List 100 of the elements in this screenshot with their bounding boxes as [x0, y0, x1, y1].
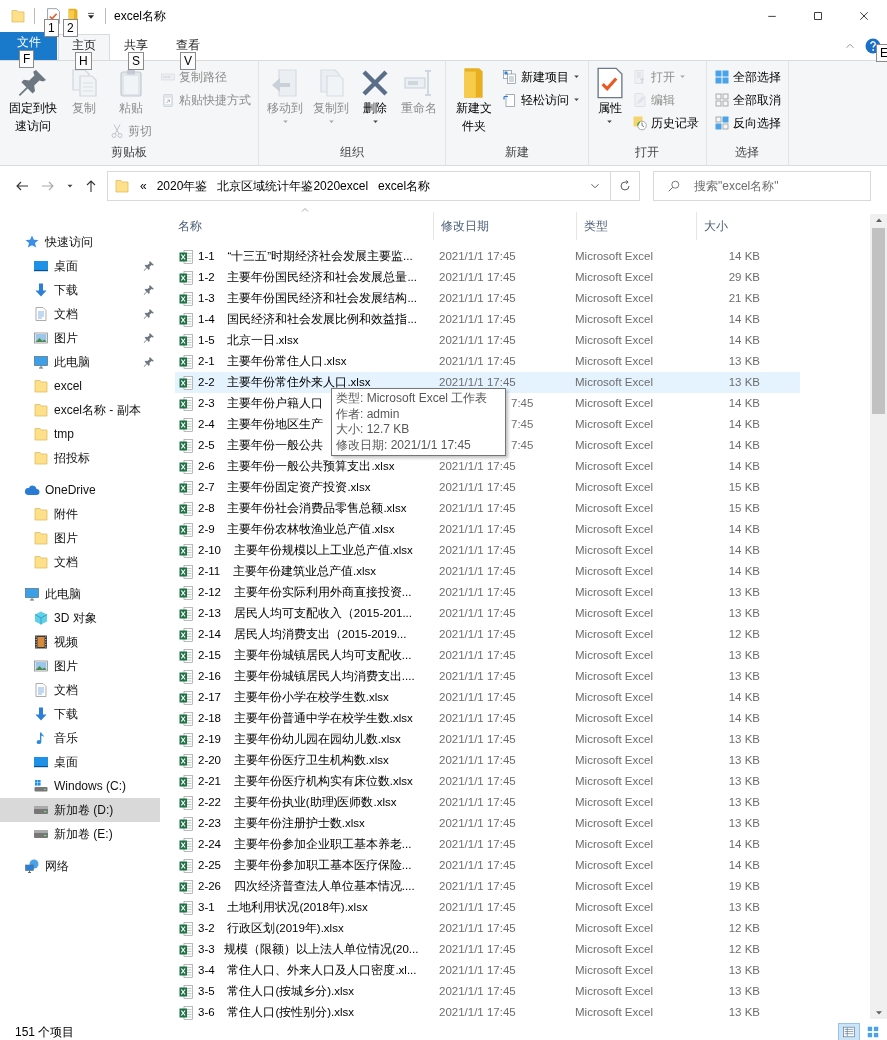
type-cell-text: Microsoft Excel [575, 332, 654, 348]
size-cell-text: 29 KB [727, 269, 760, 285]
keytip-tooltip: 1 [44, 19, 59, 37]
size-cell-text: 15 KB [727, 479, 760, 495]
size-cell-text: 13 KB [727, 647, 760, 663]
type-cell-text: Microsoft Excel [575, 962, 654, 978]
size-cell-text: 14 KB [727, 857, 760, 873]
type-cell-text: Microsoft Excel [575, 752, 654, 768]
size-cell-text: 13 KB [727, 773, 760, 789]
window-title: excel名称 [114, 8, 166, 25]
date-cell-text: 2021/1/1 17:45 [438, 500, 517, 516]
date-cell-text: 2021/1/1 17:45 [438, 773, 517, 789]
keytip-tooltip: H [75, 52, 92, 70]
type-cell-text: Microsoft Excel [575, 458, 654, 474]
date-cell-text: 2021/1/1 17:45 [438, 458, 517, 474]
size-cell-text: 13 KB [727, 899, 760, 915]
size-cell-text: 14 KB [727, 248, 760, 264]
date-cell-text: 2021/1/1 17:45 [438, 920, 517, 936]
keytip-tooltip: V [180, 52, 196, 70]
type-cell-text: Microsoft Excel [575, 395, 654, 411]
date-cell-text: 2021/1/1 17:45 [438, 563, 517, 579]
size-cell-text: 12 KB [727, 920, 760, 936]
type-cell-text: Microsoft Excel [575, 647, 654, 663]
type-cell-text: Microsoft Excel [575, 626, 654, 642]
group-label: 打开 [634, 144, 661, 161]
date-cell-text: 2021/1/1 17:45 [438, 857, 517, 873]
size-cell-text: 13 KB [727, 794, 760, 810]
date-cell-text: 2021/1/1 17:45 [438, 647, 517, 663]
size-cell-text: 21 KB [727, 290, 760, 306]
date-cell-text: 2021/1/1 17:45 [438, 710, 517, 726]
size-cell-text: 14 KB [727, 542, 760, 558]
date-cell-text: 2021/1/1 17:45 [438, 542, 517, 558]
type-cell-text: Microsoft Excel [575, 311, 654, 327]
tooltip-line: 大小: 12.7 KB [336, 422, 411, 438]
size-cell-text: 13 KB [727, 752, 760, 768]
keytip-tooltip: 2 [63, 19, 78, 37]
type-cell-text: Microsoft Excel [575, 941, 654, 957]
keytip-tooltip: F [19, 50, 35, 68]
type-cell-text: Microsoft Excel [575, 983, 654, 999]
date-cell-text: 2021/1/1 17:45 [438, 479, 517, 495]
type-cell-text: Microsoft Excel [575, 437, 654, 453]
size-cell-text: 13 KB [727, 962, 760, 978]
group-label: 剪贴板 [110, 144, 149, 161]
date-cell-text: 7:45 [511, 437, 535, 453]
type-cell-text: Microsoft Excel [575, 563, 654, 579]
tooltip-line: 作者: admin [336, 406, 401, 422]
keytip-tooltip: S [128, 52, 144, 70]
date-cell-text: 2021/1/1 17:45 [438, 815, 517, 831]
type-cell-text: Microsoft Excel [575, 269, 654, 285]
type-cell-text: Microsoft Excel [575, 794, 654, 810]
size-cell-text: 13 KB [727, 353, 760, 369]
date-cell-text: 2021/1/1 17:45 [438, 941, 517, 957]
size-cell-text: 14 KB [727, 437, 760, 453]
type-cell-text: Microsoft Excel [575, 920, 654, 936]
date-cell-text: 2021/1/1 17:45 [438, 731, 517, 747]
type-cell-text: Microsoft Excel [575, 479, 654, 495]
date-cell-text: 2021/1/1 17:45 [438, 521, 517, 537]
type-cell-text: Microsoft Excel [575, 1004, 654, 1020]
date-cell-text: 7:45 [511, 395, 535, 411]
tooltip-line: 类型: Microsoft Excel 工作表 [336, 391, 489, 407]
size-cell-text: 14 KB [727, 563, 760, 579]
date-cell-text: 2021/1/1 17:45 [438, 290, 517, 306]
date-cell-text: 2021/1/1 17:45 [438, 878, 517, 894]
size-cell-text: 14 KB [727, 710, 760, 726]
type-cell-text: Microsoft Excel [575, 836, 654, 852]
size-cell-text: 14 KB [727, 836, 760, 852]
date-cell-text: 2021/1/1 17:45 [438, 269, 517, 285]
size-cell-text: 13 KB [727, 731, 760, 747]
date-cell-text: 2021/1/1 17:45 [438, 311, 517, 327]
size-cell-text: 13 KB [727, 584, 760, 600]
size-cell-text: 14 KB [727, 521, 760, 537]
date-cell-text: 2021/1/1 17:45 [438, 248, 517, 264]
tooltip-line: 修改日期: 2021/1/1 17:45 [336, 437, 472, 453]
size-cell-text: 13 KB [727, 1004, 760, 1020]
size-cell-text: 14 KB [727, 332, 760, 348]
date-cell-text: 7:45 [511, 416, 535, 432]
size-cell-text: 13 KB [727, 983, 760, 999]
type-cell-text: Microsoft Excel [575, 248, 654, 264]
size-cell-text: 12 KB [727, 941, 760, 957]
size-cell-text: 13 KB [727, 668, 760, 684]
type-cell-text: Microsoft Excel [575, 899, 654, 915]
type-cell-text: Microsoft Excel [575, 374, 654, 390]
size-cell-text: 13 KB [727, 815, 760, 831]
type-cell-text: Microsoft Excel [575, 710, 654, 726]
date-cell-text: 2021/1/1 17:45 [438, 836, 517, 852]
type-cell-text: Microsoft Excel [575, 542, 654, 558]
item-count: 151 个项目 [14, 1023, 75, 1040]
size-cell-text: 13 KB [727, 605, 760, 621]
size-cell-text: 15 KB [727, 500, 760, 516]
type-cell-text: Microsoft Excel [575, 878, 654, 894]
type-cell-text: Microsoft Excel [575, 668, 654, 684]
size-cell-text: 14 KB [727, 311, 760, 327]
type-cell-text: Microsoft Excel [575, 857, 654, 873]
type-cell-text: Microsoft Excel [575, 689, 654, 705]
size-cell-text: 14 KB [727, 416, 760, 432]
keytip-tooltip: E [876, 44, 887, 62]
size-cell-text: 12 KB [727, 626, 760, 642]
group-label: 选择 [734, 144, 761, 161]
type-cell-text: Microsoft Excel [575, 815, 654, 831]
date-cell-text: 2021/1/1 17:45 [438, 962, 517, 978]
